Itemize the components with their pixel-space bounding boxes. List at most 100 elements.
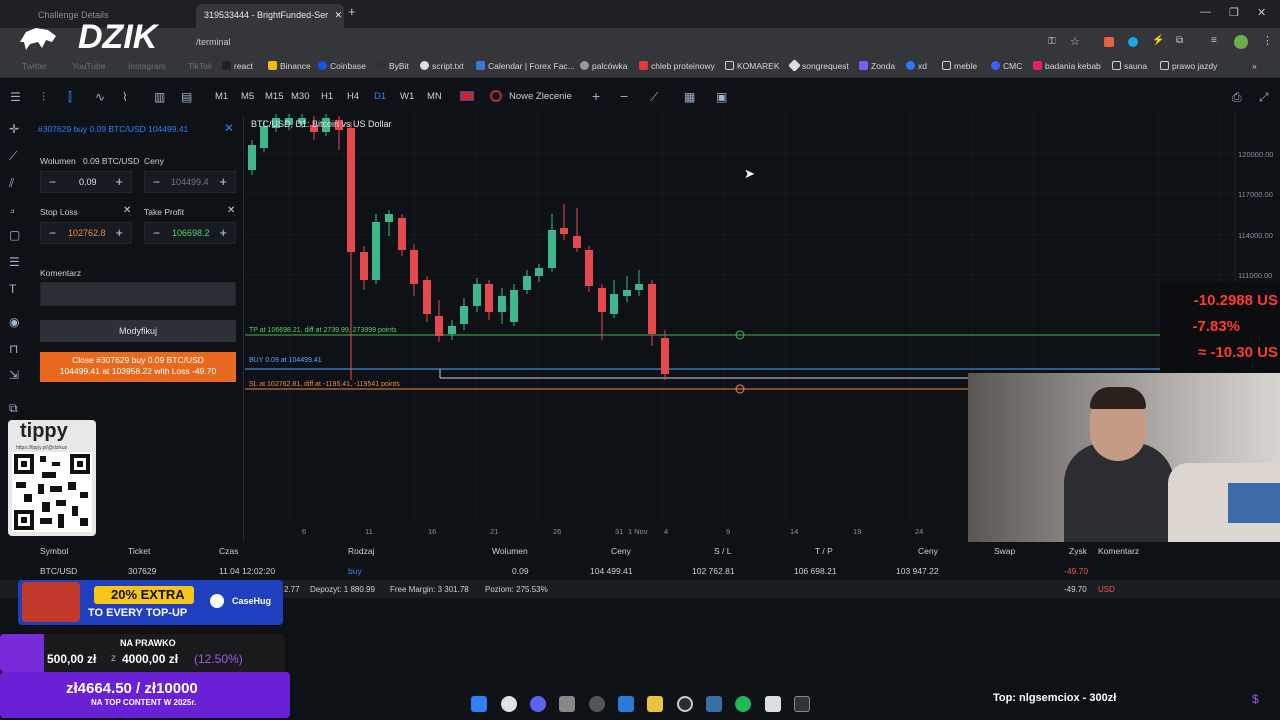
x-tick: 11: [365, 527, 373, 536]
donation-goal-license: NA PRAWKO 500,00 zł z 4000,00 zł (12.50%…: [0, 634, 285, 672]
candle: [423, 280, 431, 314]
donation-goal-content: zł4664.50 / zł10000 NA TOP CONTENT W 202…: [0, 672, 290, 718]
candle: [460, 306, 468, 324]
mouse-cursor-icon: ➤: [744, 166, 755, 181]
candle: [435, 316, 443, 336]
summary-margin-level: Poziom: 275.53%: [485, 585, 548, 594]
candle: [573, 236, 581, 248]
col-current-price[interactable]: Ceny: [918, 546, 938, 556]
candle: [372, 222, 380, 280]
col-sl[interactable]: S / L: [714, 546, 731, 556]
candle: [535, 268, 543, 276]
treasure-chest-icon: [22, 582, 80, 622]
candle: [510, 290, 518, 322]
summary-balance: 2.77: [284, 585, 300, 594]
y-tick: 111000.00: [1238, 271, 1273, 280]
goal-label: NA PRAWKO: [120, 638, 176, 648]
goal2-label: NA TOP CONTENT W 2025r.: [91, 698, 197, 707]
x-tick: 26: [553, 527, 562, 536]
y-tick: 120000.00: [1238, 150, 1274, 159]
candle: [360, 252, 368, 280]
summary-currency: USD: [1098, 585, 1115, 594]
goal-target: 4000,00 zł: [122, 652, 179, 666]
col-comment[interactable]: Komentarz: [1098, 546, 1139, 556]
person-hair: [1090, 387, 1146, 409]
y-tick: 114000.00: [1238, 231, 1273, 240]
top-donor: Top: nlgsemciox - 300zł: [993, 692, 1117, 704]
goal-progress-fill: [0, 634, 44, 672]
col-time[interactable]: Czas: [219, 546, 238, 556]
candle: [548, 230, 556, 268]
cell-profit: -49.70: [1064, 566, 1089, 576]
x-tick: 14: [790, 527, 799, 536]
candle: [623, 290, 631, 296]
cell-ticket: 307629: [128, 566, 157, 576]
col-tp[interactable]: T / P: [815, 546, 833, 556]
pl-overlay: -10.2988 US -7.83% ≈ -10.30 US: [1160, 282, 1280, 372]
dollar-icon: $: [1252, 692, 1259, 706]
candle: [485, 284, 493, 312]
col-profit[interactable]: Zysk: [1069, 546, 1087, 556]
notepad-icon[interactable]: [765, 696, 781, 712]
x-tick: 19: [853, 527, 862, 536]
table-row[interactable]: BTC/USD 307629 11.04 12:02:20 buy 0.09 1…: [0, 562, 1280, 580]
qr-code-icon: [12, 452, 92, 532]
cell-sl: 102 762.81: [692, 566, 735, 576]
col-ticket[interactable]: Ticket: [128, 546, 150, 556]
cell-tp: 106 698.21: [794, 566, 837, 576]
summary-free-margin: Free Margin: 3 301.78: [390, 585, 469, 594]
snipping-icon[interactable]: [559, 696, 575, 712]
y-tick: 117000.00: [1238, 190, 1273, 199]
x-tick: 24: [915, 527, 924, 536]
candle: [560, 228, 568, 234]
x-tick: 16: [428, 527, 437, 536]
col-swap[interactable]: Swap: [994, 546, 1015, 556]
promo-text: 20% EXTRA: [111, 587, 185, 602]
goal2-value: zł4664.50 / zł10000: [66, 680, 198, 697]
goal-current: 500,00 zł: [47, 652, 97, 666]
app-icon[interactable]: [706, 696, 722, 712]
spotify-icon[interactable]: [735, 696, 751, 712]
folder-icon[interactable]: [647, 696, 663, 712]
col-price[interactable]: Ceny: [611, 546, 631, 556]
x-tick: 31: [615, 527, 624, 536]
col-type[interactable]: Rodzaj: [348, 546, 374, 556]
chart-title: BTC/USD, D1: Bitcoin vs US Dollar: [251, 119, 392, 129]
telegram-icon[interactable]: [618, 696, 634, 712]
obs-icon[interactable]: [589, 696, 605, 712]
chrome-icon[interactable]: [501, 696, 517, 712]
tp-line-label: TP at 106698.21, diff at 2739.99, 273999…: [249, 327, 397, 334]
candle: [635, 284, 643, 290]
cell-type: buy: [348, 566, 362, 576]
candle: [523, 276, 531, 290]
cell-price: 104 499.41: [590, 566, 633, 576]
promo-brand: CaseHug: [232, 596, 272, 606]
candle: [385, 214, 393, 222]
candle: [448, 326, 456, 334]
candle: [473, 284, 481, 306]
col-volume[interactable]: Wolumen: [492, 546, 528, 556]
goal-of: z: [111, 653, 116, 664]
promo-subtext: TO EVERY TOP-UP: [88, 607, 188, 619]
buy-line-label: BUY 0.09 at 104499.41: [249, 357, 322, 364]
candle: [585, 250, 593, 286]
cell-volume: 0.09: [512, 566, 529, 576]
webcam-feed: [968, 373, 1280, 549]
cell-symbol: BTC/USD: [40, 566, 78, 576]
pl-percent: -7.83%: [1192, 318, 1240, 335]
windows-start-icon[interactable]: [471, 696, 487, 712]
candle: [661, 338, 669, 374]
candle: [398, 218, 406, 250]
cell-time: 11.04 12:02:20: [219, 566, 276, 576]
tippy-brand: tippy: [20, 420, 68, 442]
col-symbol[interactable]: Symbol: [40, 546, 68, 556]
ccleaner-icon[interactable]: [677, 696, 693, 712]
tippy-url: https://tippy.pl/@dzikus: [16, 445, 68, 451]
candle: [248, 145, 256, 170]
discord-icon[interactable]: [530, 696, 546, 712]
app-icon[interactable]: [794, 696, 810, 712]
sl-line-label: SL at 102762.81, diff at -1195.41, -1195…: [249, 381, 400, 388]
x-tick: 21: [490, 527, 499, 536]
candle: [648, 284, 656, 334]
casehug-promo-banner: 20% EXTRA TO EVERY TOP-UP CaseHug: [18, 580, 283, 625]
